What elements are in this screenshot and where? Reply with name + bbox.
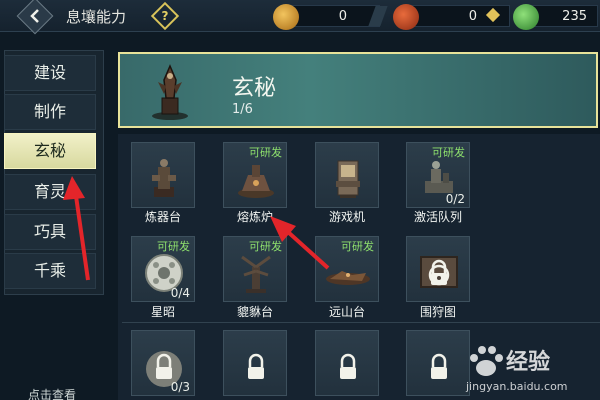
sidebar-item-build[interactable]: 建设	[4, 55, 96, 91]
pixiu-platform-icon	[241, 255, 271, 293]
baidu-paw-icon	[470, 346, 503, 376]
sidebar-item-mystic[interactable]: 玄秘	[4, 133, 96, 169]
item-label: 星昭	[150, 305, 175, 319]
lock-icon	[248, 353, 264, 379]
ring-currency-value: 0	[338, 9, 347, 24]
item-locked-1[interactable]: 0/3	[131, 330, 195, 396]
lock-icon	[431, 353, 447, 379]
item-arcade-machine[interactable]	[315, 142, 379, 208]
smelting-furnace-icon	[238, 165, 274, 198]
item-label: 熔炼炉	[236, 210, 273, 224]
top-bar: 息壤能力 ? 0 0 235	[0, 0, 600, 35]
hunting-map-icon	[420, 256, 458, 288]
page-title: 息壤能力	[66, 8, 127, 26]
item-locked-3[interactable]	[315, 330, 379, 396]
item-label: 游戏机	[328, 210, 365, 224]
watermark-brand: 经验	[506, 350, 551, 375]
item-hunting-map[interactable]	[406, 236, 470, 302]
item-count: 0/4	[170, 286, 190, 300]
item-label: 激活队列	[413, 210, 462, 224]
item-star-zhao[interactable]: 可研发 0/4	[131, 236, 195, 302]
sidebar-item-vehicles[interactable]: 千乘	[4, 253, 96, 289]
sidebar-item-craft[interactable]: 制作	[4, 94, 96, 130]
forge-table-icon	[152, 159, 176, 197]
item-count: 0/3	[170, 380, 190, 394]
back-button[interactable]	[16, 0, 54, 35]
item-activation-queue[interactable]: 可研发 0/2	[406, 142, 470, 208]
lock-icon	[340, 353, 356, 379]
baidu-watermark: 经验 jingyan.baidu.com	[466, 344, 596, 398]
item-label: 炼器台	[144, 210, 181, 224]
ring-currency-counter: 0	[273, 4, 380, 30]
item-label: 远山台	[328, 305, 365, 319]
category-title: 玄秘	[232, 76, 277, 101]
view-hint[interactable]: 点击查看	[28, 386, 76, 400]
sidebar-item-tools[interactable]: 巧具	[4, 214, 96, 250]
item-forge-table[interactable]	[131, 142, 195, 208]
coin-currency-value: 0	[468, 9, 477, 24]
category-progress: 1/6	[232, 102, 253, 117]
item-label: 围狩图	[419, 305, 456, 319]
coin-currency-icon	[393, 4, 419, 30]
jade-currency-icon	[513, 4, 539, 30]
mystic-artifact-icon	[152, 64, 188, 120]
jade-currency-value: 235	[562, 9, 587, 24]
question-icon: ?	[161, 9, 169, 23]
item-smelting-furnace[interactable]: 可研发	[223, 142, 287, 208]
item-locked-2[interactable]	[223, 330, 287, 396]
arcade-machine-icon	[336, 160, 360, 198]
item-distant-mountain-platform[interactable]: 可研发	[315, 236, 379, 302]
chevron-left-icon	[30, 9, 39, 23]
sidebar-item-nurture[interactable]: 育灵	[4, 174, 96, 210]
item-label: 貔貅台	[236, 305, 273, 319]
ring-currency-icon	[273, 4, 299, 30]
distant-mountain-icon	[326, 271, 370, 285]
help-button[interactable]: ?	[150, 1, 180, 31]
jade-currency-counter: 235	[513, 4, 598, 30]
row-divider	[122, 322, 600, 323]
watermark-url: jingyan.baidu.com	[466, 380, 568, 393]
item-locked-4[interactable]	[406, 330, 470, 396]
item-count: 0/2	[445, 192, 465, 206]
item-pixiu-platform[interactable]: 可研发	[223, 236, 287, 302]
category-header: 玄秘 1/6	[118, 52, 598, 128]
